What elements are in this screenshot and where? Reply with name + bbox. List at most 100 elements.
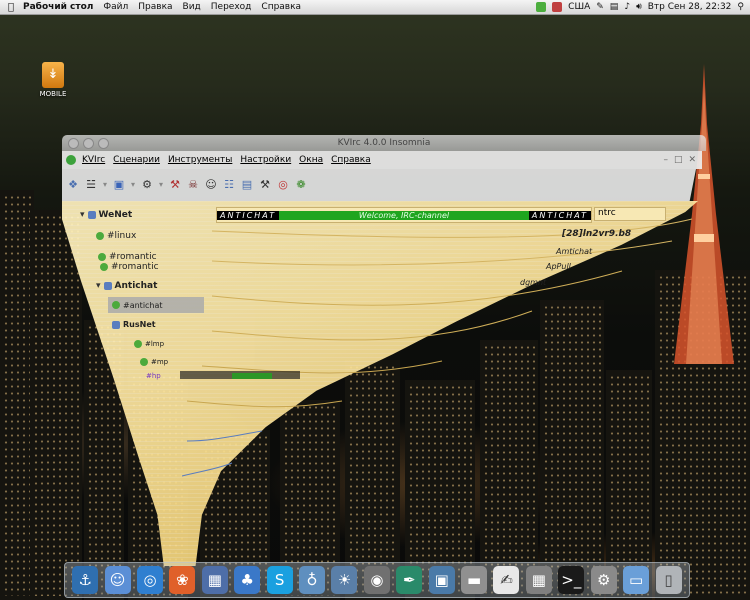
network-name: Antichat bbox=[114, 281, 158, 291]
book-icon[interactable]: ☷ bbox=[222, 176, 236, 194]
menu-settings[interactable]: Настройки bbox=[236, 155, 295, 165]
firefox-icon[interactable]: ❀ bbox=[169, 566, 196, 594]
channel-name: #romantic bbox=[111, 262, 159, 272]
finder-icon[interactable]: ☺ bbox=[104, 566, 131, 594]
dropdown-arrow-icon[interactable]: ▾ bbox=[102, 176, 108, 194]
menu-go[interactable]: Переход bbox=[206, 2, 257, 12]
window-close-icon[interactable]: ✕ bbox=[688, 155, 696, 165]
tree-network-wenet[interactable]: ▾ WeNet bbox=[80, 210, 132, 220]
desktop-icon-mobile[interactable]: ↡ MOBILE bbox=[36, 62, 70, 98]
textedit-icon[interactable]: ✍ bbox=[493, 566, 520, 594]
user-list-item[interactable]: [28]ln2vr9.b8 bbox=[562, 229, 631, 239]
window-minimize-icon[interactable]: – bbox=[663, 155, 668, 165]
messenger-icon[interactable]: ♣ bbox=[234, 566, 261, 594]
anchor-icon[interactable]: ⚓ bbox=[72, 566, 99, 594]
volume-icon[interactable]: 🔊︎ bbox=[636, 2, 642, 12]
apple-icon[interactable]:  bbox=[4, 2, 18, 13]
channel-icon bbox=[140, 358, 148, 366]
channel-icon bbox=[134, 340, 142, 348]
tree-channel-hp[interactable]: #hp bbox=[146, 372, 161, 380]
flag-icon[interactable] bbox=[552, 2, 563, 12]
usb-drive-icon: ↡ bbox=[42, 62, 64, 88]
clock[interactable]: Втр Сен 28, 22:32 bbox=[648, 2, 732, 12]
lifebuoy-icon[interactable]: ◎ bbox=[276, 176, 290, 194]
user-list-item[interactable]: ApPull bbox=[546, 262, 571, 271]
terminal-icon[interactable]: >_ bbox=[558, 566, 585, 594]
servers-icon[interactable]: ❖ bbox=[66, 176, 80, 194]
wrench-icon[interactable]: ⚒ bbox=[258, 176, 272, 194]
music-icon[interactable]: ♪ bbox=[624, 2, 630, 12]
kvirc-logo-icon bbox=[66, 155, 76, 165]
channel-topic-bar[interactable]: ANTICHAT Welcome, IRC-channel ANTICHAT bbox=[216, 207, 592, 223]
window-restore-icon[interactable]: □ bbox=[674, 155, 683, 165]
menu-help[interactable]: Справка bbox=[256, 2, 306, 12]
menu-help-kvirc[interactable]: Справка bbox=[327, 155, 375, 165]
browser-icon[interactable]: ◎ bbox=[137, 566, 164, 594]
menu-file[interactable]: Файл bbox=[98, 2, 133, 12]
tree-channel-mp[interactable]: #mp bbox=[140, 358, 168, 366]
user-list-item[interactable]: Amtichat bbox=[556, 247, 592, 256]
keyboard-layout[interactable]: США bbox=[568, 2, 590, 12]
network-icon bbox=[87, 211, 96, 219]
microphone-icon[interactable]: ☱ bbox=[84, 176, 98, 194]
tree-channel-antichat[interactable]: #antichat bbox=[108, 297, 204, 313]
network-name: WeNet bbox=[98, 210, 133, 220]
system-menu-bar:  Рабочий стол Файл Правка Вид Переход С… bbox=[0, 0, 750, 15]
settings-icon[interactable]: ⚙ bbox=[590, 566, 617, 594]
drive-icon[interactable]: ▬ bbox=[461, 566, 488, 594]
dock: ⚓ ☺ ◎ ❀ ▦ ♣ S ♁ ☀ ◉ ✒ ▣ ▬ ✍ ▦ >_ ⚙ ▭ ▯ bbox=[64, 562, 690, 598]
tools-icon[interactable]: ⚒ bbox=[168, 176, 182, 194]
channel-name: #antichat bbox=[123, 300, 163, 310]
bug-icon[interactable]: ❁ bbox=[294, 176, 308, 194]
tree-channel-lmp[interactable]: #lmp bbox=[134, 340, 164, 348]
window-titlebar[interactable]: KVIrc 4.0.0 Insomnia bbox=[62, 135, 706, 151]
channel-name: #hp bbox=[146, 372, 161, 380]
dropdown-arrow-icon[interactable]: ▾ bbox=[130, 176, 136, 194]
camera-icon[interactable]: ◉ bbox=[363, 566, 390, 594]
tree-channel-linux[interactable]: #linux bbox=[96, 231, 136, 241]
calculator-icon[interactable]: ▦ bbox=[525, 566, 552, 594]
user-list-item[interactable]: dgmnt bbox=[520, 278, 546, 287]
network-icon[interactable]: ▤ bbox=[610, 2, 619, 12]
skype-icon[interactable]: S bbox=[266, 566, 293, 594]
iphoto-icon[interactable]: ☀ bbox=[331, 566, 358, 594]
options-icon[interactable]: ⚙ bbox=[140, 176, 154, 194]
tree-channel-romantic[interactable]: #romantic bbox=[98, 252, 157, 262]
tree-channel-romantic-2[interactable]: #romantic bbox=[100, 262, 159, 272]
menu-view[interactable]: Вид bbox=[178, 2, 206, 12]
check-icon[interactable] bbox=[536, 2, 547, 12]
network-icon bbox=[103, 282, 112, 290]
channel-name-field[interactable]: ntrc bbox=[594, 207, 666, 221]
menu-edit[interactable]: Правка bbox=[133, 2, 177, 12]
bot-icon[interactable]: ☠ bbox=[186, 176, 200, 194]
tree-network-rusnet[interactable]: RusNet bbox=[112, 320, 156, 329]
channel-icon bbox=[112, 301, 120, 309]
person-icon[interactable]: ☺ bbox=[204, 176, 218, 194]
feather-icon[interactable]: ✒ bbox=[396, 566, 423, 594]
menu-scripts[interactable]: Сценарии bbox=[109, 155, 164, 165]
window-title: KVIrc 4.0.0 Insomnia bbox=[337, 138, 431, 148]
channel-name: #linux bbox=[107, 231, 137, 241]
network-icon[interactable]: ♁ bbox=[299, 566, 326, 594]
editor-icon[interactable]: ▣ bbox=[112, 176, 126, 194]
search-icon[interactable]: ⚲ bbox=[737, 2, 744, 12]
network-icon bbox=[112, 320, 120, 329]
folder-icon[interactable]: ▭ bbox=[623, 566, 650, 594]
channel-name: #romantic bbox=[109, 252, 157, 262]
preview-icon[interactable]: ▦ bbox=[201, 566, 228, 594]
menu-kvirc[interactable]: KVIrc bbox=[78, 155, 109, 165]
dropdown-arrow-icon[interactable]: ▾ bbox=[158, 176, 164, 194]
app-name-menu[interactable]: Рабочий стол bbox=[18, 2, 98, 12]
photo-icon[interactable]: ▣ bbox=[428, 566, 455, 594]
topic-text: Welcome, IRC-channel bbox=[279, 210, 529, 220]
kvirc-menubar: KVIrc Сценарии Инструменты Настройки Окн… bbox=[62, 151, 702, 169]
document-icon[interactable]: ▤ bbox=[240, 176, 254, 194]
trash-icon[interactable]: ▯ bbox=[655, 566, 682, 594]
topic-brand-left: ANTICHAT bbox=[217, 210, 280, 220]
channel-icon bbox=[96, 232, 104, 240]
menu-tools[interactable]: Инструменты bbox=[164, 155, 236, 165]
tree-network-antichat[interactable]: ▾ Antichat bbox=[96, 281, 157, 291]
menu-windows[interactable]: Окна bbox=[295, 155, 327, 165]
pen-icon[interactable]: ✎ bbox=[596, 2, 604, 12]
desktop-icon-label: MOBILE bbox=[39, 90, 67, 98]
